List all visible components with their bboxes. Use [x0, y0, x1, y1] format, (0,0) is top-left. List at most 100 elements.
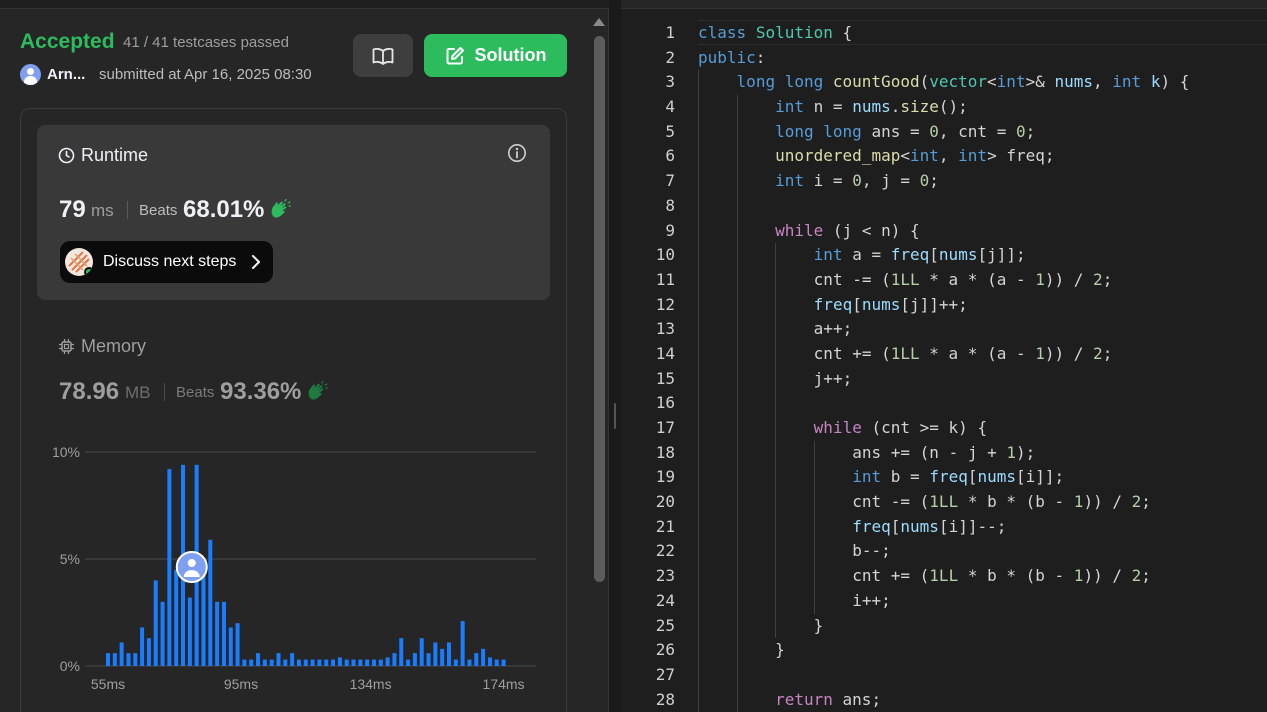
memory-label: Memory: [81, 336, 147, 356]
line-number: 9: [665, 220, 675, 240]
distribution-bar: [119, 642, 124, 666]
panel-resize-divider[interactable]: [610, 0, 621, 712]
code-text: }: [813, 615, 824, 635]
indent-guide: [736, 119, 738, 145]
indent-guide: [698, 366, 699, 392]
distribution-bar: [385, 657, 390, 666]
code-text: b--;: [852, 541, 891, 561]
distribution-bar: [474, 653, 479, 666]
editorial-button[interactable]: [353, 34, 413, 77]
indent-guide: [813, 539, 815, 565]
testcases-passed: 41 / 41 testcases passed: [123, 34, 289, 51]
indent-guide: [813, 465, 815, 491]
solution-button[interactable]: Solution: [424, 34, 567, 77]
indent-guide: [698, 292, 699, 318]
info-icon[interactable]: [507, 143, 527, 163]
distribution-bar: [167, 469, 172, 666]
runtime-unit: ms: [91, 201, 114, 220]
line-number: 23: [655, 566, 675, 586]
indent-guide: [698, 70, 699, 96]
edit-icon: [446, 46, 464, 64]
line-number: 17: [655, 418, 675, 437]
assistant-avatar: [65, 248, 93, 276]
chip-icon: [58, 338, 75, 355]
memory-title[interactable]: Memory: [58, 336, 146, 357]
distribution-bar: [487, 657, 492, 666]
indent-guide: [698, 193, 699, 219]
runtime-divider: [127, 201, 128, 219]
code-editor[interactable]: 1 class Solution {2 public: 3 long long coun…: [621, 0, 1267, 712]
code-text: class Solution {: [698, 23, 853, 42]
y-tick-label: 5%: [60, 551, 80, 567]
indent-guide: [775, 341, 777, 367]
indent-guide: [698, 564, 699, 589]
distribution-bar: [296, 659, 301, 666]
indent-guide: [736, 391, 738, 416]
runtime-distribution-chart[interactable]: 10% 5% 0% 55ms 95ms 134ms 174ms: [40, 440, 550, 700]
code-text: }: [775, 640, 785, 660]
distribution-bar: [365, 659, 370, 666]
distribution-bar: [317, 659, 322, 666]
line-number: 8: [665, 195, 675, 215]
y-tick-label: 10%: [52, 444, 80, 460]
distribution-bar: [126, 653, 131, 666]
distribution-bar: [406, 659, 411, 666]
indent-guide: [775, 539, 777, 565]
distribution-bar: [324, 659, 329, 666]
indent-guide: [736, 440, 738, 466]
distribution-bar: [146, 638, 151, 666]
username[interactable]: Arn...: [47, 66, 85, 83]
indent-guide: [813, 514, 815, 540]
indent-guide: [698, 391, 699, 416]
indent-guide: [736, 169, 738, 194]
memory-value: 78.96: [59, 378, 120, 405]
distribution-bar: [344, 659, 349, 666]
indent-guide: [698, 687, 699, 712]
code-text: cnt -= (1LL * a * (a - 1)) / 2;: [813, 269, 1113, 289]
distribution-bar: [187, 597, 192, 666]
distribution-bar: [256, 653, 261, 666]
status-accepted[interactable]: Accepted: [20, 30, 115, 54]
line-number: 28: [655, 689, 675, 709]
line-number: 19: [655, 467, 675, 487]
memory-unit: MB: [125, 383, 151, 402]
clap-icon: [271, 199, 291, 218]
indent-guide: [698, 218, 699, 244]
distribution-bar: [303, 659, 308, 666]
book-icon: [372, 47, 394, 65]
indent-guide: [698, 144, 699, 170]
line-number: 11: [655, 269, 675, 289]
line-number: 15: [655, 368, 675, 388]
indent-guide: [775, 490, 777, 515]
indent-guide: [813, 564, 815, 589]
submission-panel: Accepted 41 / 41 testcases passed Arn...…: [0, 0, 609, 712]
discuss-next-steps-button[interactable]: Discuss next steps: [60, 241, 273, 283]
distribution-bar: [262, 659, 267, 666]
indent-guide: [813, 490, 815, 515]
indent-guide: [736, 662, 738, 688]
panel-scrollbar[interactable]: [594, 36, 605, 582]
indent-guide: [736, 588, 738, 614]
distribution-bar: [331, 659, 336, 666]
indent-guide: [736, 465, 738, 491]
indent-guide: [698, 267, 699, 293]
distribution-bar: [208, 539, 213, 666]
resize-handle[interactable]: [614, 403, 616, 429]
code-text: cnt -= (1LL * b * (b - 1)) / 2;: [852, 492, 1151, 512]
distribution-bar: [371, 659, 376, 666]
x-tick-label: 55ms: [91, 676, 125, 692]
indent-guide: [775, 465, 777, 491]
code-text: i++;: [852, 590, 891, 610]
distribution-bar: [358, 659, 363, 666]
user-avatar[interactable]: [20, 64, 41, 85]
indent-guide: [736, 243, 738, 268]
indent-guide: [736, 193, 738, 219]
scroll-up-arrow-icon[interactable]: [592, 16, 606, 28]
indent-guide: [813, 588, 815, 614]
indent-guide: [736, 95, 738, 120]
runtime-title: Runtime: [58, 145, 148, 166]
code-text: freq[nums[j]]++;: [813, 294, 968, 314]
line-number: 18: [655, 442, 675, 462]
distribution-bar: [249, 659, 254, 666]
distribution-bar: [467, 659, 472, 666]
